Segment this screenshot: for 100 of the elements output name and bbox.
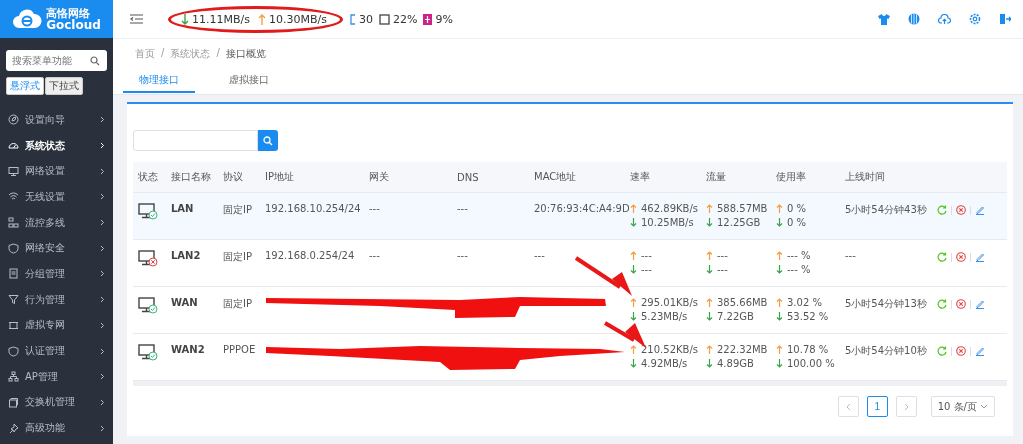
sidebar-item[interactable]: 交换机管理 bbox=[0, 389, 113, 416]
sidebar-item[interactable]: 认证管理 bbox=[0, 338, 113, 364]
chevron-icon bbox=[100, 373, 105, 381]
table-cell: --- bbox=[717, 264, 728, 275]
table-cell: --- % bbox=[787, 264, 811, 275]
table-cell-text: 固定IP bbox=[222, 250, 253, 264]
chevron-icon bbox=[100, 244, 105, 252]
close-icon[interactable] bbox=[956, 299, 966, 309]
tab[interactable]: 虚拟接口 bbox=[213, 69, 285, 93]
table-cell: 7.22GB bbox=[717, 311, 754, 322]
search-icon bbox=[90, 56, 100, 66]
table-cell: 0 % bbox=[787, 217, 807, 228]
table-cell: 12.25GB bbox=[717, 217, 761, 228]
memory-usage: 9% bbox=[435, 12, 453, 26]
table-cell: --- % bbox=[787, 250, 811, 261]
table-cell: 295.01KB/s bbox=[641, 297, 698, 308]
arrow-up-icon bbox=[630, 251, 637, 260]
table-cell: --- bbox=[534, 250, 545, 261]
edit-icon[interactable] bbox=[975, 205, 985, 215]
edit-icon[interactable] bbox=[975, 299, 985, 309]
menu-mode-toggle[interactable]: 下拉式 bbox=[45, 77, 83, 95]
sidebar-item[interactable]: 高级功能 bbox=[0, 415, 113, 441]
refresh-icon[interactable] bbox=[937, 346, 947, 356]
table-cell: 588.57MB bbox=[717, 203, 768, 214]
cloud-upload-icon[interactable] bbox=[938, 13, 951, 25]
edit-icon[interactable] bbox=[975, 252, 985, 262]
table-cell-text: 5小时54分钟13秒 bbox=[844, 297, 928, 311]
arrow-drawing bbox=[574, 256, 632, 296]
close-icon[interactable] bbox=[956, 205, 966, 215]
compass-icon bbox=[8, 114, 19, 126]
column-header: 网关 bbox=[368, 170, 390, 184]
monitor-icon bbox=[8, 165, 19, 177]
settings-icon[interactable] bbox=[969, 13, 981, 25]
table-cell: --- bbox=[717, 250, 728, 261]
table-cell-text: 固定IP bbox=[222, 203, 253, 217]
arrow-down-icon bbox=[630, 265, 637, 274]
globe-icon[interactable] bbox=[908, 13, 920, 25]
close-icon[interactable] bbox=[956, 346, 966, 356]
table-cell: 4.89GB bbox=[717, 358, 754, 369]
sidebar-item[interactable]: 分组管理 bbox=[0, 261, 113, 287]
refresh-icon[interactable] bbox=[937, 252, 947, 262]
arrow-up-icon bbox=[776, 204, 783, 213]
table-cell: 210.52KB/s bbox=[641, 344, 698, 355]
cpu-icon bbox=[378, 13, 390, 25]
column-header: DNS bbox=[456, 171, 480, 183]
search-button[interactable] bbox=[258, 130, 278, 151]
column-header: 速率 bbox=[629, 170, 651, 184]
table-cell: 10.78 % bbox=[787, 344, 829, 355]
sidebar-item[interactable]: 设置向导 bbox=[0, 107, 113, 133]
column-header: 状态 bbox=[137, 170, 159, 184]
table-cell-text: LAN bbox=[170, 203, 195, 214]
arrow-up-icon bbox=[706, 345, 713, 354]
sidebar-item[interactable]: 行为管理 bbox=[0, 286, 113, 313]
shield-icon bbox=[8, 345, 19, 357]
caret-icon bbox=[980, 404, 988, 409]
sidebar-item[interactable]: 网络安全 bbox=[0, 235, 113, 262]
menu-search-field[interactable]: 搜索菜单功能 bbox=[6, 50, 107, 71]
menu-icon[interactable] bbox=[130, 14, 143, 24]
table-cell-text: LAN2 bbox=[170, 250, 202, 261]
arrow-down-icon bbox=[776, 312, 783, 321]
refresh-icon[interactable] bbox=[937, 299, 947, 309]
edit-icon[interactable] bbox=[975, 346, 985, 356]
bracket-icon bbox=[349, 13, 356, 25]
search-icon bbox=[263, 135, 273, 146]
arrow-up-icon bbox=[706, 298, 713, 307]
logout-icon[interactable] bbox=[999, 13, 1011, 25]
gauge-icon bbox=[8, 140, 19, 152]
arrow-down-icon bbox=[630, 312, 637, 321]
breadcrumb-separator: / bbox=[216, 47, 220, 60]
tab[interactable]: 物理接口 bbox=[123, 69, 195, 93]
page-button[interactable]: 1 bbox=[866, 396, 888, 417]
sidebar-item[interactable]: 虚拟专网 bbox=[0, 312, 113, 339]
sidebar-item[interactable]: 网络设置 bbox=[0, 158, 113, 185]
brand-subtitle: Gocloud bbox=[46, 18, 101, 31]
window-icon bbox=[8, 396, 19, 408]
column-header: 上线时间 bbox=[844, 170, 886, 184]
network-icon bbox=[8, 217, 19, 229]
menu-mode-toggle[interactable]: 悬浮式 bbox=[6, 77, 44, 95]
sidebar-item[interactable]: 流控多线 bbox=[0, 209, 113, 236]
arrow-down-icon bbox=[630, 359, 637, 368]
table-cell: 192.168.0.254/24 bbox=[265, 250, 355, 261]
sidebar-item[interactable]: 无线设置 bbox=[0, 184, 113, 210]
shirt-icon[interactable] bbox=[878, 13, 890, 25]
table-cell-text: 固定IP bbox=[222, 297, 253, 311]
table-cell: --- bbox=[641, 264, 652, 275]
close-icon[interactable] bbox=[956, 252, 966, 262]
table-cell: --- bbox=[457, 203, 468, 214]
table-cell: 20:76:93:4C:A4:9D bbox=[534, 203, 630, 214]
table-cell-text: PPPOE bbox=[222, 344, 257, 355]
sidebar-item[interactable]: AP管理 bbox=[0, 363, 113, 390]
sidebar-item[interactable]: 系统状态 bbox=[0, 132, 113, 159]
chevron-icon bbox=[100, 142, 105, 150]
connection-count: 30 bbox=[358, 12, 373, 26]
chevron-icon bbox=[100, 424, 105, 432]
upload-speed: 10.30MB/s bbox=[268, 12, 327, 26]
cpu-usage: 22% bbox=[392, 12, 418, 26]
search-field[interactable] bbox=[133, 130, 258, 151]
refresh-icon[interactable] bbox=[937, 205, 947, 215]
page-size-dropdown[interactable]: 10 条/页 bbox=[930, 396, 995, 417]
chevron-icon bbox=[100, 347, 105, 355]
